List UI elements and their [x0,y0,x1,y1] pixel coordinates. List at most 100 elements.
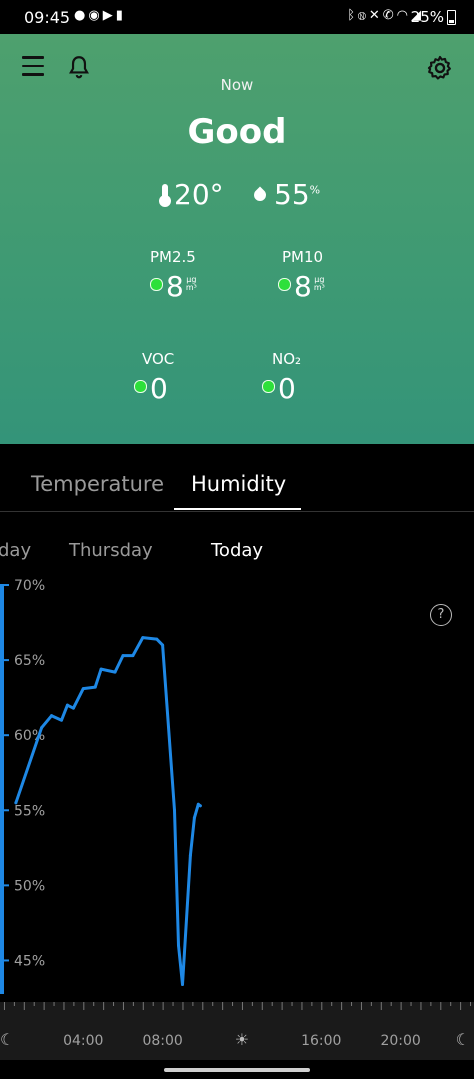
humidity-chart: 70%65%60%55%50%45% 04:00 08:00 16:00 20:00☀… [0,578,474,1060]
x-minor-tick [410,1002,412,1006]
now-label: Now [220,76,254,94]
humidity-value: 55 [274,178,310,211]
x-minor-tick [113,1002,115,1006]
x-minor-tick [271,1002,273,1006]
home-handle[interactable] [164,1068,310,1072]
x-minor-tick [73,1002,75,1006]
x-minor-tick [241,1002,243,1010]
nfc-icon: Ⓝ [358,8,369,23]
y-tick-mark [0,584,9,587]
x-minor-tick [370,1002,372,1006]
x-tick-label: 04:00 [63,1033,103,1049]
x-minor-tick [321,1002,323,1010]
battery-percent: 25% [410,8,444,26]
y-tick-mark [0,959,9,962]
metric-value: 0 [278,372,296,405]
wifi-icon: ◠ [396,8,411,23]
data-point [176,943,180,947]
x-minor-tick [152,1002,154,1006]
wifi-call-icon: ✆ [382,8,397,23]
status-dot-icon [150,278,163,291]
x-minor-tick [93,1002,95,1006]
droplet-icon [251,186,269,204]
metric-label: NO₂ [272,350,302,368]
air-quality-status: Good [187,112,287,152]
metric-unit: µg m³ [313,275,325,292]
y-tick-label: 50% [14,878,45,894]
status-time: 09:45 [24,8,71,27]
battery-saver-icon: ▮ [115,8,126,23]
metric-value: 8 [294,270,312,303]
x-minor-tick [63,1002,65,1010]
data-point [161,643,165,647]
tab-humidity[interactable]: Humidity [191,472,286,496]
metric-label: PM10 [282,248,324,266]
x-minor-tick [192,1002,194,1006]
data-point [121,654,125,658]
x-minor-tick [341,1002,343,1010]
data-point [65,703,69,707]
data-point [188,853,192,857]
data-point [180,982,184,986]
day-previous[interactable]: day [0,540,31,561]
x-minor-tick [291,1002,293,1006]
chart-tabs: Temperature Humidity [0,444,474,512]
x-minor-tick [43,1002,45,1010]
day-selector: day Thursday Today [0,540,474,570]
x-minor-tick [212,1002,214,1006]
spotify-icon: ● [74,8,89,23]
day-today[interactable]: Today [211,540,263,561]
data-point [81,687,85,691]
humidity-readout: 55% [251,178,320,211]
x-minor-tick [83,1002,85,1010]
x-minor-tick [390,1002,392,1006]
data-point [192,816,196,820]
day-thursday[interactable]: Thursday [69,540,153,561]
x-minor-tick [13,1002,15,1006]
metric-label: PM2.5 [150,248,196,266]
y-tick-mark [0,884,9,887]
youtube-icon: ▶ [102,8,116,23]
data-point [99,667,103,671]
tab-temperature[interactable]: Temperature [31,472,164,496]
moon-icon: ☾ [0,1030,14,1049]
battery-icon [447,10,456,25]
x-minor-tick [142,1002,144,1010]
x-minor-tick [122,1002,124,1010]
metric-no2: NO₂ 0 [262,350,301,405]
x-minor-tick [222,1002,224,1010]
moon-icon: ☾ [456,1030,470,1049]
x-minor-tick [53,1002,55,1006]
metric-pm10: PM10 8 µg m³ [278,248,325,303]
x-minor-tick [103,1002,105,1010]
y-tick-label: 70% [14,578,45,594]
x-minor-tick [470,1002,472,1006]
metric-unit: µg m³ [185,275,197,292]
temperature-readout: 20° [159,178,224,211]
status-dot-icon [278,278,291,291]
metric-voc: VOC 0 [134,350,174,405]
sun-icon: ☀ [235,1030,249,1049]
x-minor-tick [380,1002,382,1010]
data-point [131,654,135,658]
x-minor-tick [162,1002,164,1010]
reddit-icon: ◉ [88,8,103,23]
data-point [50,714,54,718]
x-minor-tick [311,1002,313,1006]
data-point [113,670,117,674]
x-minor-tick [360,1002,362,1010]
data-point [155,637,159,641]
data-point [40,726,44,730]
data-point [198,804,202,808]
x-minor-tick [460,1002,462,1010]
x-minor-tick [440,1002,442,1010]
y-tick-label: 55% [14,803,45,819]
x-minor-tick [450,1002,452,1006]
menu-icon[interactable] [22,56,44,76]
x-minor-tick [400,1002,402,1010]
x-minor-tick [331,1002,333,1006]
status-dot-icon [262,380,275,393]
x-minor-tick [132,1002,134,1006]
x-tick-label: 20:00 [380,1033,420,1049]
status-dot-icon [134,380,147,393]
